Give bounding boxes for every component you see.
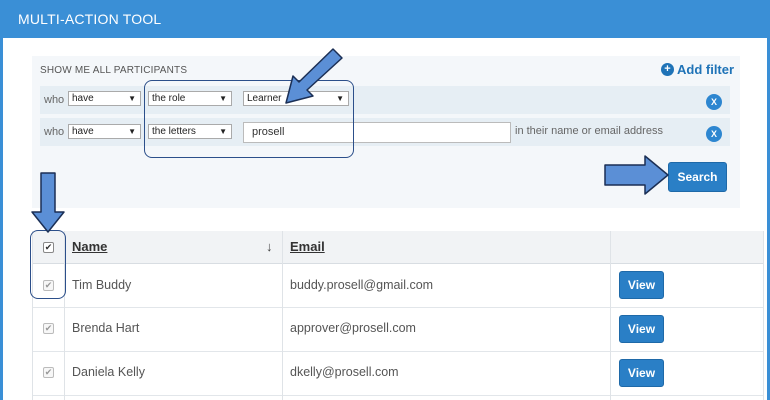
- who-label: who: [44, 126, 65, 138]
- email-column-header[interactable]: Email: [290, 239, 325, 254]
- column-divider: [610, 231, 611, 400]
- participant-name: Daniela Kelly: [72, 365, 145, 379]
- window-title: MULTI-ACTION TOOL: [0, 0, 770, 38]
- checkbox-highlight-box: [30, 230, 66, 299]
- view-button[interactable]: View: [619, 271, 664, 299]
- name-column-header[interactable]: Name: [72, 239, 107, 254]
- condition-select[interactable]: have ▼: [68, 91, 141, 106]
- dropdown-arrow-icon: ▼: [128, 94, 136, 103]
- view-button[interactable]: View: [619, 315, 664, 343]
- search-button[interactable]: Search: [668, 162, 727, 192]
- plus-icon: +: [661, 63, 674, 76]
- condition-select[interactable]: have ▼: [68, 124, 141, 139]
- remove-filter-button[interactable]: X: [706, 94, 722, 110]
- filter-highlight-box: [144, 80, 354, 158]
- who-label: who: [44, 94, 65, 106]
- remove-filter-button[interactable]: X: [706, 126, 722, 142]
- table-header-row: [32, 231, 763, 264]
- column-divider: [763, 231, 764, 400]
- participant-email: buddy.prosell@gmail.com: [290, 278, 434, 292]
- row-checkbox[interactable]: ✔: [43, 323, 54, 334]
- column-divider: [282, 231, 283, 400]
- row-checkbox[interactable]: ✔: [43, 367, 54, 378]
- filter-suffix-label: in their name or email address: [515, 125, 663, 137]
- dropdown-arrow-icon: ▼: [128, 127, 136, 136]
- participant-email: dkelly@prosell.com: [290, 365, 399, 379]
- filter-heading: SHOW ME ALL PARTICIPANTS: [40, 65, 188, 76]
- participant-name: Brenda Hart: [72, 321, 140, 335]
- sort-down-icon[interactable]: ↓: [266, 239, 273, 254]
- view-button[interactable]: View: [619, 359, 664, 387]
- add-filter-button[interactable]: + Add filter: [661, 62, 734, 77]
- add-filter-label: Add filter: [677, 62, 735, 77]
- participant-name: Tim Buddy: [72, 278, 132, 292]
- participant-email: approver@prosell.com: [290, 321, 416, 335]
